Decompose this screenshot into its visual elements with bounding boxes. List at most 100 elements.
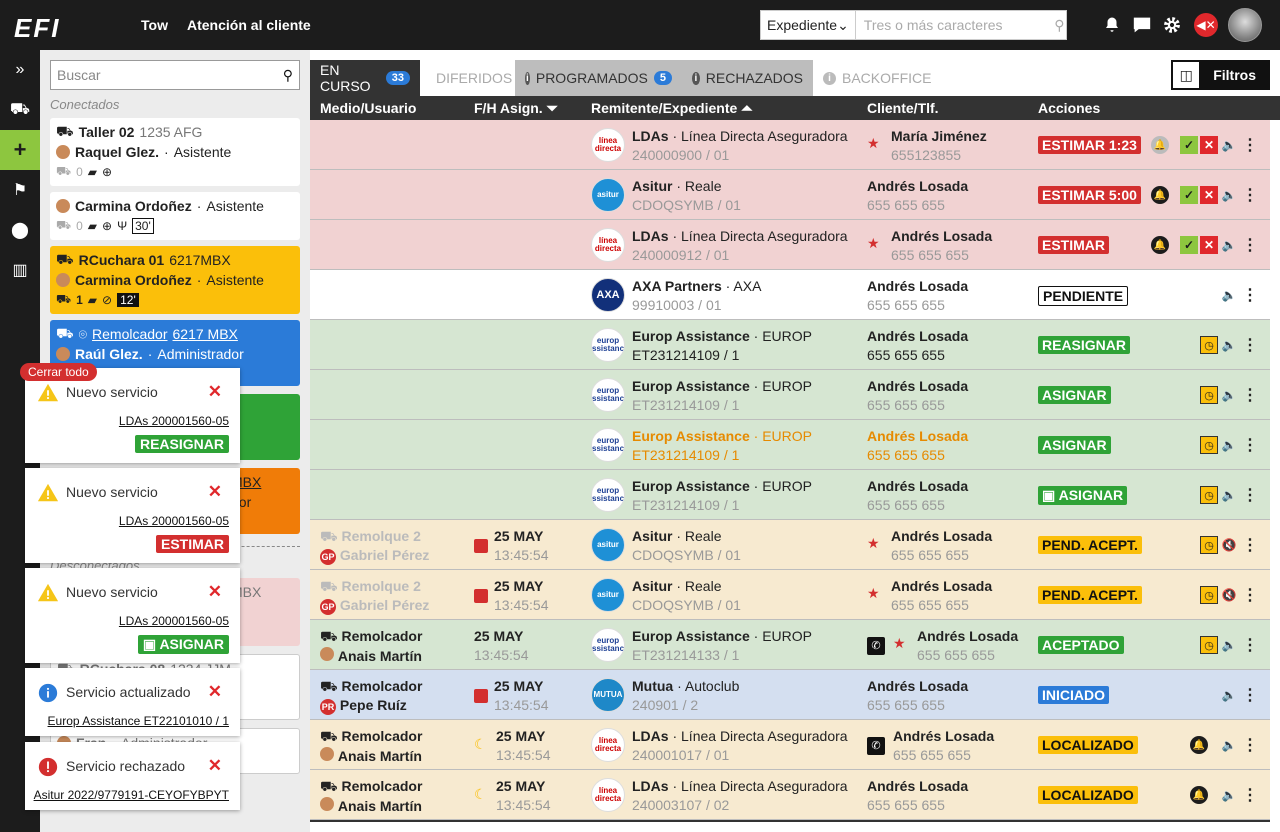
search-input[interactable]	[855, 17, 1053, 33]
more-icon[interactable]: ⋮	[1241, 636, 1259, 654]
close-icon[interactable]: ✕	[208, 382, 222, 402]
more-icon[interactable]: ⋮	[1241, 136, 1259, 154]
tab-deferred[interactable]: DIFERIDOS	[426, 60, 522, 96]
close-icon[interactable]: ✕	[208, 756, 222, 776]
table-row[interactable]: ⛟ Remolque 2 GP Gabriel Pérez 25 MAY 13:…	[310, 520, 1270, 570]
status-button[interactable]: PEND. ACEPT.	[1038, 586, 1142, 604]
speaker-icon[interactable]: 🔈	[1220, 186, 1238, 204]
reject-icon[interactable]: ✕	[1200, 236, 1218, 254]
speaker-icon[interactable]: 🔈	[1220, 736, 1238, 754]
clock-icon[interactable]: ◷	[1200, 536, 1218, 554]
nav-customer-service[interactable]: Atención al cliente	[187, 17, 311, 33]
table-row[interactable]: ⛟ Remolcador Anais Martín ☾ 25 MAY 13:45…	[310, 720, 1270, 770]
map-pin-icon[interactable]: ⬤	[0, 210, 40, 250]
tab-scheduled[interactable]: i PROGRAMADOS 5	[515, 60, 682, 96]
more-icon[interactable]: ⋮	[1241, 486, 1259, 504]
bell-icon[interactable]: 🔔	[1151, 136, 1169, 154]
assign-button[interactable]: ▣ ASIGNAR	[137, 635, 229, 654]
tab-in-progress[interactable]: EN CURSO 33	[310, 60, 420, 96]
flag-icon[interactable]: ⚑	[0, 170, 40, 210]
toast-link[interactable]: Asitur 2022/9779191-CEYOFYBPYT	[34, 788, 229, 802]
toast-link[interactable]: Europ Assistance ET22101010 / 1	[48, 714, 229, 728]
bell-icon[interactable]: 🔔	[1190, 736, 1208, 754]
more-icon[interactable]: ⋮	[1241, 586, 1259, 604]
status-button[interactable]: PENDIENTE	[1038, 286, 1129, 306]
bell-icon[interactable]: 🔔	[1151, 236, 1169, 254]
speaker-icon[interactable]: 🔈	[1220, 286, 1238, 304]
nav-tow[interactable]: Tow	[141, 17, 168, 33]
speaker-icon[interactable]: 🔈	[1220, 786, 1238, 804]
estimate-button[interactable]: ESTIMAR	[156, 535, 229, 553]
search-icon[interactable]: ⚲	[1053, 17, 1066, 34]
more-icon[interactable]: ⋮	[1241, 186, 1259, 204]
table-row[interactable]: ⛟ Remolcador PR Pepe Ruíz 25 MAY 13:45:5…	[310, 670, 1270, 720]
table-row[interactable]: europ assistance Europ Assistance · EURO…	[310, 320, 1270, 370]
close-all-button[interactable]: Cerrar todo	[20, 363, 97, 381]
table-row[interactable]: ⛟ Remolcador Anais Martín 25 MAY 13:45:5…	[310, 620, 1270, 670]
status-button[interactable]: LOCALIZADO	[1038, 736, 1138, 754]
close-icon[interactable]: ✕	[208, 582, 222, 602]
more-icon[interactable]: ⋮	[1241, 436, 1259, 454]
more-icon[interactable]: ⋮	[1241, 536, 1259, 554]
reject-icon[interactable]: ✕	[1200, 186, 1218, 204]
sidebar-search[interactable]: Buscar ⚲	[50, 60, 300, 90]
tab-backoffice[interactable]: i BACKOFFICE	[813, 60, 941, 96]
filters-button[interactable]: ◫ Filtros	[1171, 60, 1270, 90]
table-row[interactable]: ⛟ Remolque 2 GP Gabriel Pérez 25 MAY 13:…	[310, 570, 1270, 620]
chart-icon[interactable]: ▥	[0, 250, 40, 290]
status-button[interactable]: ASIGNAR	[1038, 386, 1111, 404]
toast-link[interactable]: LDAs 200001560-05	[119, 514, 229, 528]
operator-card[interactable]: ⛟ Taller 02 1235 AFG Raquel Glez. · Asistent…	[50, 118, 300, 186]
operator-card[interactable]: ⛟ RCuchara 01 6217MBX Carmina Ordoñez · Asis…	[50, 246, 300, 314]
bell-icon[interactable]	[1100, 13, 1124, 37]
speaker-icon[interactable]: 🔈	[1220, 636, 1238, 654]
bell-icon[interactable]: 🔔	[1151, 186, 1169, 204]
clock-icon[interactable]: ◷	[1200, 486, 1218, 504]
more-icon[interactable]: ⋮	[1241, 286, 1259, 304]
status-button[interactable]: ASIGNAR	[1038, 436, 1111, 454]
operator-card[interactable]: Carmina Ordoñez · Asistente ⛟ 0 ▰ ⊕ Ψ 30'	[50, 192, 300, 240]
clock-icon[interactable]: ◷	[1200, 586, 1218, 604]
status-button[interactable]: PEND. ACEPT.	[1038, 536, 1142, 554]
status-button[interactable]: ESTIMAR 5:00	[1038, 186, 1141, 204]
more-icon[interactable]: ⋮	[1241, 736, 1259, 754]
accept-icon[interactable]: ✓	[1180, 136, 1198, 154]
more-icon[interactable]: ⋮	[1241, 786, 1259, 804]
speaker-muted-icon[interactable]: 🔇	[1220, 536, 1238, 554]
col-assigned-date[interactable]: F/H Asign. ⏷	[474, 100, 558, 117]
tow-truck-icon[interactable]: ⛟	[0, 90, 40, 130]
accept-icon[interactable]: ✓	[1180, 236, 1198, 254]
table-row[interactable]: europ assistance Europ Assistance · EURO…	[310, 370, 1270, 420]
status-button[interactable]: ▣ ASIGNAR	[1038, 486, 1128, 505]
status-button[interactable]: INICIADO	[1038, 686, 1109, 704]
clock-icon[interactable]: ◷	[1200, 436, 1218, 454]
speaker-icon[interactable]: 🔈	[1220, 236, 1238, 254]
toast-link[interactable]: LDAs 200001560-05	[119, 414, 229, 428]
bell-icon[interactable]: 🔔	[1190, 786, 1208, 804]
table-row[interactable]: europ assistance Europ Assistance · EURO…	[310, 470, 1270, 520]
more-icon[interactable]: ⋮	[1241, 386, 1259, 404]
more-icon[interactable]: ⋮	[1241, 336, 1259, 354]
status-button[interactable]: REASIGNAR	[1038, 336, 1131, 354]
speaker-icon[interactable]: 🔈	[1220, 386, 1238, 404]
table-row[interactable]: europ assistance Europ Assistance · EURO…	[310, 420, 1270, 470]
more-icon[interactable]: ⋮	[1241, 236, 1259, 254]
table-row[interactable]: línea directa LDAs · Línea Directa Asegu…	[310, 220, 1270, 270]
status-button[interactable]: ESTIMAR	[1038, 236, 1109, 254]
col-client-phone[interactable]: Cliente/Tlf.	[867, 100, 939, 116]
clock-icon[interactable]: ◷	[1200, 336, 1218, 354]
col-medium-user[interactable]: Medio/Usuario	[320, 100, 416, 116]
status-button[interactable]: ESTIMAR 1:23	[1038, 136, 1141, 154]
close-icon[interactable]: ✕	[208, 482, 222, 502]
expand-icon[interactable]: »	[0, 50, 40, 90]
search-type-select[interactable]: Expediente ⌄	[761, 11, 856, 39]
tab-rejected[interactable]: i RECHAZADOS	[682, 60, 813, 96]
close-icon[interactable]: ✕	[208, 682, 222, 702]
app-logo[interactable]: EFI	[14, 13, 60, 44]
table-row[interactable]: línea directa LDAs · Línea Directa Asegu…	[310, 120, 1270, 170]
gear-icon[interactable]	[1160, 13, 1184, 37]
chat-icon[interactable]	[1130, 13, 1154, 37]
mute-icon[interactable]: ◀✕	[1194, 13, 1218, 37]
status-button[interactable]: ACEPTADO	[1038, 636, 1124, 654]
speaker-icon[interactable]: 🔈	[1220, 486, 1238, 504]
